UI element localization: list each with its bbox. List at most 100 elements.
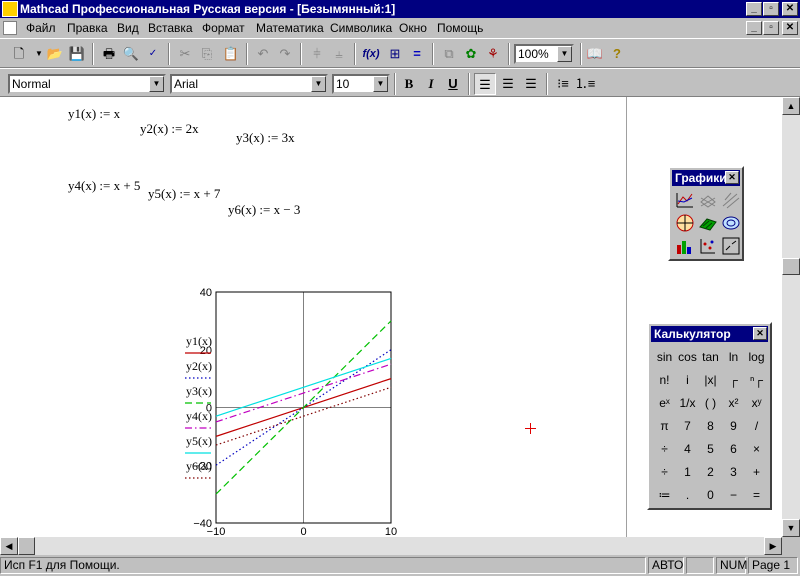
graph-palette[interactable]: Графики ✕	[668, 166, 744, 261]
italic-button[interactable]: I	[420, 73, 442, 95]
scroll-down-icon[interactable]: ▼	[782, 519, 800, 537]
style-dropdown-icon[interactable]: ▼	[149, 76, 164, 92]
style-select[interactable]: Normal ▼	[8, 74, 166, 94]
copy-icon[interactable]: ⎘	[196, 43, 218, 65]
calc-key-9[interactable]: 9	[722, 415, 745, 437]
vertical-scroll-thumb[interactable]	[782, 258, 800, 275]
calc-key-sqrt[interactable]: ┌	[722, 369, 745, 391]
graph-palette-close-icon[interactable]: ✕	[725, 171, 739, 184]
calc-key-decimal[interactable]: .	[676, 484, 699, 506]
calc-key-1[interactable]: 1	[676, 461, 699, 483]
calc-key-square[interactable]: x²	[722, 392, 745, 414]
calc-key-minus[interactable]: −	[722, 484, 745, 506]
calculator-palette-close-icon[interactable]: ✕	[753, 327, 767, 340]
font-dropdown-icon[interactable]: ▼	[311, 76, 326, 92]
calculator-palette-title[interactable]: Калькулятор ✕	[651, 326, 768, 342]
size-dropdown-icon[interactable]: ▼	[373, 76, 388, 92]
close-button[interactable]: ✕	[782, 2, 798, 16]
calc-key-divide[interactable]: /	[745, 415, 768, 437]
calc-key-ln[interactable]: ln	[722, 346, 745, 368]
expr-y1[interactable]: y1(x) := x	[68, 106, 120, 122]
maximize-button[interactable]: ▫	[763, 2, 779, 16]
menu-symbolics[interactable]: Символика	[330, 21, 392, 35]
font-select[interactable]: Arial ▼	[170, 74, 328, 94]
underline-button[interactable]: U	[442, 73, 464, 95]
redo-icon[interactable]: ↷	[274, 43, 296, 65]
expr-y6[interactable]: y6(x) := x − 3	[228, 202, 300, 218]
calculator-palette[interactable]: Калькулятор ✕ sin cos tan ln log n! i |x| ┌ ⁿ┌ eˣ 1…	[647, 322, 772, 510]
calc-key-cos[interactable]: cos	[676, 346, 699, 368]
print-preview-icon[interactable]: 🔍	[120, 43, 142, 65]
open-folder-icon[interactable]: 📂	[44, 43, 66, 65]
calc-key-sin[interactable]: sin	[653, 346, 676, 368]
calc-key-4[interactable]: 4	[676, 438, 699, 460]
bold-button[interactable]: B	[398, 73, 420, 95]
bullets-icon[interactable]: ⁝≡	[552, 73, 574, 95]
xy-plot-icon[interactable]	[675, 190, 695, 210]
menu-math[interactable]: Математика	[256, 21, 324, 35]
vertical-scrollbar[interactable]: ▲ ▼	[782, 97, 800, 537]
calc-key-8[interactable]: 8	[699, 415, 722, 437]
scroll-left-icon[interactable]: ◀	[0, 537, 18, 555]
new-document-icon[interactable]: 🗋	[8, 43, 30, 65]
menu-format[interactable]: Формат	[202, 21, 245, 35]
polar-plot-icon[interactable]	[675, 213, 695, 233]
resource-book-icon[interactable]: 📖	[584, 43, 606, 65]
xy-plot[interactable]: 40200−20−40−10 0 10	[180, 282, 410, 537]
menu-window[interactable]: Окно	[399, 21, 427, 35]
contour-map-icon[interactable]	[721, 213, 741, 233]
document-icon[interactable]	[3, 21, 17, 35]
size-select[interactable]: 10 ▼	[332, 74, 390, 94]
calc-key-5[interactable]: 5	[699, 438, 722, 460]
calc-key-plus[interactable]: +	[745, 461, 768, 483]
insert-component-icon[interactable]: ⧉	[438, 43, 460, 65]
bar-plot-3d-icon[interactable]	[675, 236, 695, 256]
scroll-right-icon[interactable]: ▶	[764, 537, 782, 555]
align-center-icon[interactable]: ☰	[497, 73, 519, 95]
calc-key-2[interactable]: 2	[699, 461, 722, 483]
print-icon[interactable]: 🖶	[98, 43, 120, 65]
calc-key-3[interactable]: 3	[722, 461, 745, 483]
contour-plot-icon[interactable]	[721, 190, 741, 210]
calc-key-division[interactable]: ÷	[653, 461, 676, 483]
zoom-select[interactable]: 100% ▼	[514, 44, 574, 64]
expr-y4[interactable]: y4(x) := x + 5	[68, 178, 140, 194]
spell-check-icon[interactable]: ✓	[142, 43, 164, 65]
help-icon[interactable]: ?	[606, 43, 628, 65]
calc-key-tan[interactable]: tan	[699, 346, 722, 368]
calculate-icon[interactable]: =	[406, 43, 428, 65]
menu-edit[interactable]: Правка	[67, 21, 108, 35]
doc-minimize-button[interactable]: _	[746, 21, 762, 35]
horizontal-scroll-thumb[interactable]	[18, 537, 35, 555]
graph-palette-title[interactable]: Графики ✕	[672, 170, 740, 186]
expr-y2[interactable]: y2(x) := 2x	[140, 121, 199, 137]
calc-key-parentheses[interactable]: ( )	[699, 392, 722, 414]
insert-function-icon[interactable]: f(x)	[360, 43, 382, 65]
calc-key-definition[interactable]: ≔	[653, 484, 676, 506]
insert-unit-icon[interactable]: ⊞	[384, 43, 406, 65]
expr-y5[interactable]: y5(x) := x + 7	[148, 186, 220, 202]
paste-icon[interactable]: 📋	[220, 43, 242, 65]
calc-key-absolute[interactable]: |x|	[699, 369, 722, 391]
align-down-icon[interactable]: ⫨	[328, 43, 350, 65]
vector-field-icon[interactable]	[721, 236, 741, 256]
align-across-icon[interactable]: ⫩	[306, 43, 328, 65]
align-left-icon[interactable]: ☰	[474, 73, 496, 95]
calc-key-pi[interactable]: π	[653, 415, 676, 437]
zoom-dropdown-icon[interactable]: ▼	[557, 46, 572, 62]
minimize-button[interactable]: _	[746, 2, 762, 16]
doc-restore-button[interactable]: ▫	[763, 21, 779, 35]
calc-key-power[interactable]: xʸ	[745, 392, 768, 414]
calc-key-7[interactable]: 7	[676, 415, 699, 437]
calc-key-factorial[interactable]: n!	[653, 369, 676, 391]
calc-key-multiply[interactable]: ×	[745, 438, 768, 460]
menu-help[interactable]: Помощь	[437, 21, 483, 35]
scatter-plot-3d-icon[interactable]	[698, 236, 718, 256]
calc-key-nth-root[interactable]: ⁿ┌	[745, 369, 768, 391]
cut-icon[interactable]: ✂	[174, 43, 196, 65]
3d-surface-icon[interactable]	[698, 213, 718, 233]
calc-key-exp[interactable]: eˣ	[653, 392, 676, 414]
save-icon[interactable]: 💾	[66, 43, 88, 65]
horizontal-scrollbar[interactable]: ◀ ▶	[0, 537, 782, 555]
menu-insert[interactable]: Вставка	[148, 21, 193, 35]
